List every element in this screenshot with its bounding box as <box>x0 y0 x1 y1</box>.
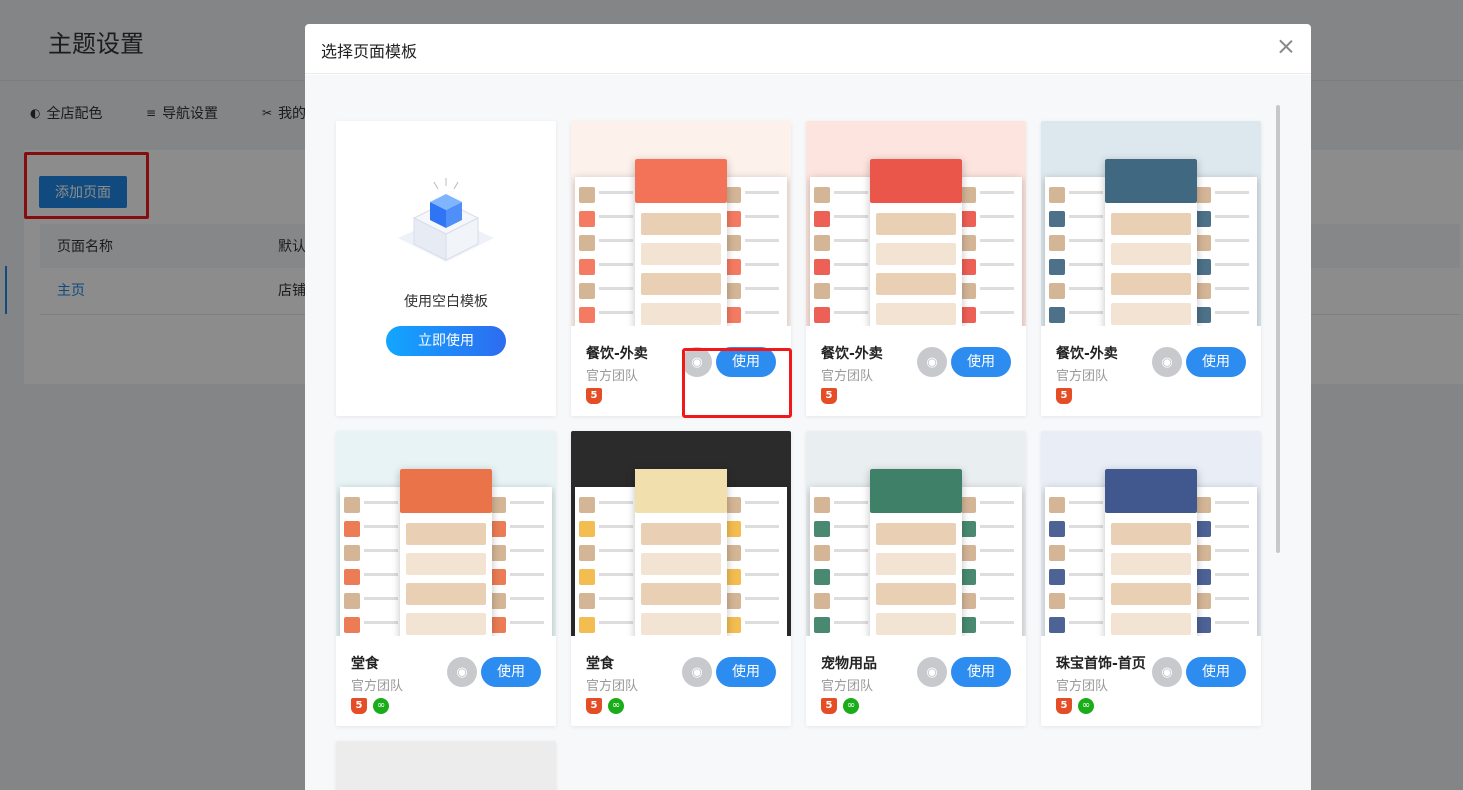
blank-template-label: 使用空白模板 <box>404 294 488 310</box>
eye-icon[interactable]: ◉ <box>917 347 947 377</box>
eye-icon[interactable]: ◉ <box>917 657 947 687</box>
modal-header: 选择页面模板 <box>305 24 1311 74</box>
scrollbar[interactable] <box>1276 105 1280 553</box>
platform-badges: 5 <box>1056 388 1072 404</box>
template-thumbnail <box>571 121 791 326</box>
blank-template-card: 使用空白模板 立即使用 <box>336 121 556 416</box>
template-author: 官方团队 <box>1056 369 1109 384</box>
html5-icon: 5 <box>586 698 602 714</box>
modal-title: 选择页面模板 <box>321 42 418 61</box>
mini-program-icon: ∞ <box>608 698 624 714</box>
template-thumbnail <box>806 121 1026 326</box>
template-name: 珠宝首饰-首页 <box>1056 656 1146 672</box>
template-author: 官方团队 <box>821 679 874 694</box>
blank-template-illustration <box>398 178 494 262</box>
use-template-button[interactable]: 使用 <box>1186 347 1246 377</box>
template-author: 官方团队 <box>586 369 639 384</box>
eye-icon[interactable]: ◉ <box>447 657 477 687</box>
platform-badges: 5 <box>821 388 837 404</box>
template-name: 餐饮-外卖 <box>1056 346 1118 362</box>
eye-icon[interactable]: ◉ <box>682 657 712 687</box>
template-card: 餐饮-外卖官方团队 5 ◉ 使用 <box>806 121 1026 416</box>
eye-icon[interactable]: ◉ <box>1152 347 1182 377</box>
highlight-box <box>682 348 792 418</box>
template-author: 官方团队 <box>1056 679 1109 694</box>
use-template-button[interactable]: 使用 <box>481 657 541 687</box>
mini-program-icon: ∞ <box>373 698 389 714</box>
eye-icon[interactable]: ◉ <box>1152 657 1182 687</box>
template-thumbnail <box>806 431 1026 636</box>
template-thumbnail <box>1041 121 1261 326</box>
template-name: 堂食 <box>351 656 379 672</box>
close-icon[interactable] <box>1275 36 1297 58</box>
template-card: 堂食 官方团队 5 ∞ ◉ 使用 <box>571 431 791 726</box>
template-card: 餐饮-外卖官方团队 5 ◉ 使用 <box>1041 121 1261 416</box>
template-card-partial <box>336 741 556 790</box>
template-author: 官方团队 <box>586 679 639 694</box>
template-card: 宠物用品 官方团队 5 ∞ ◉ 使用 <box>806 431 1026 726</box>
template-thumbnail <box>571 431 791 636</box>
template-modal: 选择页面模板 使用空白模板 立即使用 餐饮-外卖 官方团队 5 ◉ 使用 餐饮-外卖 官方团… <box>305 24 1311 790</box>
use-template-button[interactable]: 使用 <box>951 657 1011 687</box>
template-name: 餐饮-外卖 <box>586 346 648 362</box>
platform-badges: 5 ∞ <box>821 698 859 714</box>
platform-badges: 5 ∞ <box>351 698 389 714</box>
mini-program-icon: ∞ <box>1078 698 1094 714</box>
use-template-button[interactable]: 使用 <box>716 657 776 687</box>
platform-badges: 5 <box>586 388 602 404</box>
platform-badges: 5 ∞ <box>586 698 624 714</box>
html5-icon: 5 <box>821 698 837 714</box>
template-author: 官方团队 <box>821 369 874 384</box>
html5-icon: 5 <box>821 388 837 404</box>
mini-program-icon: ∞ <box>843 698 859 714</box>
template-name: 餐饮-外卖 <box>821 346 883 362</box>
template-card: 堂食 官方团队 5 ∞ ◉ 使用 <box>336 431 556 726</box>
template-card: 珠宝首饰-首页 官方团队 5 ∞ ◉ 使用 <box>1041 431 1261 726</box>
html5-icon: 5 <box>586 388 602 404</box>
html5-icon: 5 <box>1056 698 1072 714</box>
template-thumbnail <box>336 431 556 636</box>
use-template-button[interactable]: 使用 <box>951 347 1011 377</box>
platform-badges: 5 ∞ <box>1056 698 1094 714</box>
template-author: 官方团队 <box>351 679 404 694</box>
html5-icon: 5 <box>351 698 367 714</box>
use-blank-template-button[interactable]: 立即使用 <box>386 326 506 356</box>
use-template-button[interactable]: 使用 <box>1186 657 1246 687</box>
template-name: 宠物用品 <box>821 656 877 672</box>
template-thumbnail <box>1041 431 1261 636</box>
html5-icon: 5 <box>1056 388 1072 404</box>
template-grid: 使用空白模板 立即使用 餐饮-外卖 官方团队 5 ◉ 使用 餐饮-外卖 官方团队 5 ◉ 使用 餐饮… <box>305 75 1311 790</box>
template-name: 堂食 <box>586 656 614 672</box>
